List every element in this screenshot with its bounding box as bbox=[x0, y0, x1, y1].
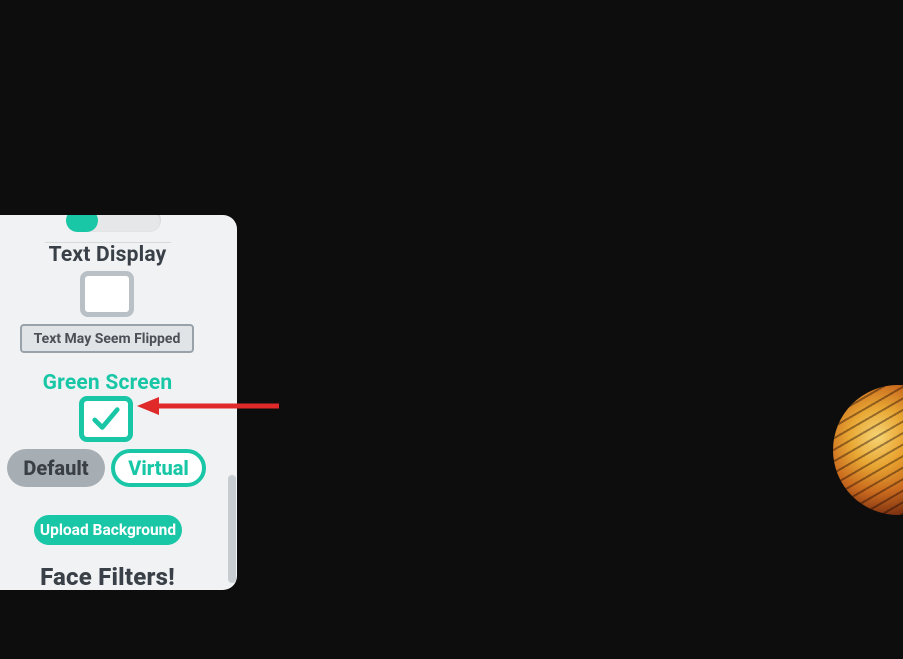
text-display-heading: Text Display bbox=[0, 243, 215, 267]
settings-panel: Text Display Text May Seem Flipped Green… bbox=[0, 215, 237, 590]
green-screen-checkbox[interactable] bbox=[79, 396, 133, 442]
bg-mode-virtual-button[interactable]: Virtual bbox=[111, 449, 206, 487]
text-display-checkbox[interactable] bbox=[80, 271, 134, 317]
panel-scrollbar[interactable] bbox=[228, 475, 236, 583]
upload-background-button[interactable]: Upload Background bbox=[34, 515, 182, 545]
face-filters-heading: Face Filters! bbox=[0, 563, 215, 590]
flipped-text-hint: Text May Seem Flipped bbox=[20, 324, 194, 353]
green-screen-heading: Green Screen bbox=[0, 371, 215, 395]
check-icon bbox=[91, 404, 121, 434]
avatar bbox=[833, 385, 903, 515]
partial-toggle[interactable] bbox=[66, 215, 161, 232]
bg-mode-default-button[interactable]: Default bbox=[7, 449, 105, 487]
settings-panel-inner: Text Display Text May Seem Flipped Green… bbox=[0, 215, 237, 590]
